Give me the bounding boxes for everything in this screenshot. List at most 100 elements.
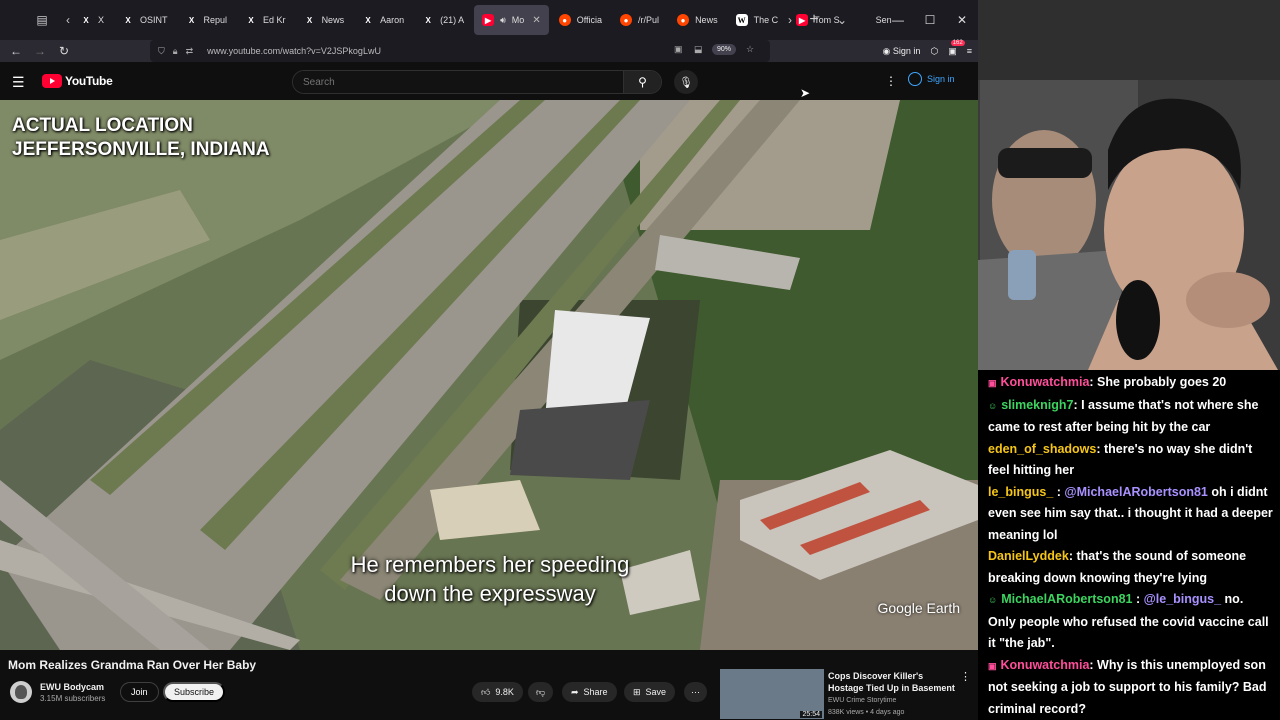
recommended-video-channel[interactable]: EWU Crime Storytime [828,697,896,704]
browser-tab[interactable]: ● Officia [551,5,610,35]
reddit-icon: ● [677,14,690,26]
recommended-video-thumbnail[interactable]: 25:54 [720,669,824,719]
subscribe-button[interactable]: Subscribe [163,682,226,702]
bookmark-star-icon[interactable]: ☆ [746,44,754,55]
forward-icon[interactable]: → [28,44,52,58]
reader-view-icon[interactable]: ▣ [674,44,683,55]
new-tab-icon[interactable]: + [804,10,824,30]
browser-tab[interactable]: X News [296,5,353,35]
scroll-tabs-right-icon[interactable]: › [780,10,800,30]
chat-username[interactable]: Konuwatchmia [1001,375,1090,389]
tab-strip: X X X OSINT X Repul X Ed Kr X News X Aaron X (21) A ▶ 🔊… [72,5,900,35]
chat-username[interactable]: MichaelARobertson81 [1001,592,1132,606]
more-horizontal-icon: ⋯ [691,686,700,697]
shield-icon[interactable]: ⛉ [158,46,165,57]
minimize-icon[interactable]: — [882,13,914,27]
chat-mention: @MichaelARobertson81 [1064,484,1208,499]
join-button[interactable]: Join [120,682,159,702]
location-overlay-line2: JEFFERSONVILLE, INDIANA [12,139,270,160]
tv-icon: ▣ [988,660,997,671]
chat-username[interactable]: slimeknigh7 [1001,398,1073,412]
microphone-icon: 🎙︎ [679,76,693,89]
lock-icon[interactable]: 🔒︎ [173,46,178,57]
browser-tab[interactable]: X (21) A [414,5,472,35]
video-subtitle: He remembers her speeding down the expre… [300,550,680,608]
browser-tab-label: The C [753,15,779,25]
tab-icon [858,14,870,26]
search-button[interactable]: ⚲ [623,71,661,93]
webcam-image [978,0,1280,370]
youtube-icon: ▶ [482,14,495,26]
browser-tab-label: (21) A [440,15,465,25]
pocket-icon[interactable]: ⬓ [694,44,703,55]
zoom-level[interactable]: 90% [712,44,737,55]
more-actions-button[interactable]: ⋯ [684,682,707,702]
browser-tab-label: Aaron [380,15,405,25]
tv-icon: ▣ [988,378,997,388]
thumbs-down-icon: 👎︎ [536,686,546,697]
browser-tab-label: Officia [576,15,603,25]
dislike-button[interactable]: 👎︎ [528,682,554,702]
chat-message: ☺ slimeknigh7: I assume that's not where … [988,395,1274,439]
video-player[interactable]: ACTUAL LOCATION JEFFERSONVILLE, INDIANA … [0,100,978,650]
account-icon [908,72,922,86]
subtitle-line1: He remembers her speeding [350,552,630,577]
chat-username[interactable]: Konuwatchmia [1001,658,1090,672]
extensions-icon[interactable]: ⬡ [930,46,938,57]
hamburger-menu-icon[interactable]: ☰ [12,74,25,91]
share-button[interactable]: ➦ Share [562,682,617,702]
browser-tab-label: News [321,15,345,25]
recommended-video-menu-icon[interactable]: ⋮ [960,670,971,683]
reload-icon[interactable]: ↻ [52,44,76,58]
youtube-sign-in-label: Sign in [927,74,955,84]
like-button[interactable]: 👍︎ 9.8K [472,682,523,702]
browser-tab[interactable]: ● News [669,5,726,35]
browser-tab[interactable]: ▶ 🔊︎ Mo ✕ [474,5,549,35]
close-tab-icon[interactable]: ✕ [532,15,540,26]
account-sign-in[interactable]: ◉ Sign in [882,46,920,57]
window-controls: — ☐ ✕ [882,0,978,40]
close-window-icon[interactable]: ✕ [946,13,978,27]
list-all-tabs-icon[interactable]: ⌄ [832,10,852,30]
stream-overlay: ▣ Konuwatchmia: She probably goes 20 ☺ slim… [978,0,1280,720]
chat-username[interactable]: le_bingus_ [988,485,1053,499]
addon-icon[interactable]: ▣ 162 [948,39,965,57]
permissions-icon[interactable]: ⇄ [186,46,194,57]
maximize-icon[interactable]: ☐ [914,13,946,27]
menu-icon[interactable]: ≡ [967,46,972,56]
browser-tab[interactable]: ● /r/Pul [612,5,667,35]
tab-audio-icon[interactable]: 🔊︎ [500,15,506,26]
chat-mention: @le_bingus_ [1143,592,1222,606]
tab-list-icon[interactable]: ▤ [32,10,52,30]
youtube-header: ☰ YouTube ⚲ 🎙︎ ⋮ Sign in ➤ [0,64,978,100]
voice-search-button[interactable]: 🎙︎ [674,70,698,94]
share-icon: ➦ [571,686,579,697]
browser-tab[interactable]: X Repul [178,5,236,35]
x-logo-icon: X [248,15,254,25]
back-icon[interactable]: ← [4,44,28,58]
recommended-video-title[interactable]: Cops Discover Killer's Hostage Tied Up i… [828,670,958,694]
youtube-logo[interactable]: YouTube [42,74,113,88]
browser-tab[interactable]: X Ed Kr [237,5,294,35]
x-logo-icon: X [365,15,371,25]
save-button[interactable]: ⊞ Save [624,682,676,702]
chat-username[interactable]: eden_of_shadows [988,442,1096,456]
thumbs-up-icon: 👍︎ [481,686,491,697]
browser-tab-label: Mo [511,15,525,25]
youtube-sign-in-button[interactable]: Sign in [908,72,955,86]
chat-username[interactable]: DanielLyddek [988,549,1069,563]
url-bar[interactable]: ⛉ 🔒︎ ⇄ www.youtube.com/watch?v=V2JSPkogL… [150,40,770,62]
search-input[interactable] [293,71,623,93]
channel-name[interactable]: EWU Bodycam [40,682,104,692]
recommended-video-meta: 838K views • 4 days ago [828,709,905,716]
settings-kebab-icon[interactable]: ⋮ [885,74,897,88]
channel-avatar[interactable] [10,681,32,703]
browser-tab[interactable]: W The C [728,5,787,35]
url-text[interactable]: www.youtube.com/watch?v=V2JSPkogLwU [207,46,381,56]
browser-tab[interactable]: XX [72,5,112,35]
browser-tab[interactable]: X OSINT [114,5,176,35]
user-icon: ☺ [988,400,998,411]
browser-tab-label: Repul [203,15,228,25]
search-box: ⚲ [292,70,662,94]
browser-tab[interactable]: X Aaron [354,5,412,35]
